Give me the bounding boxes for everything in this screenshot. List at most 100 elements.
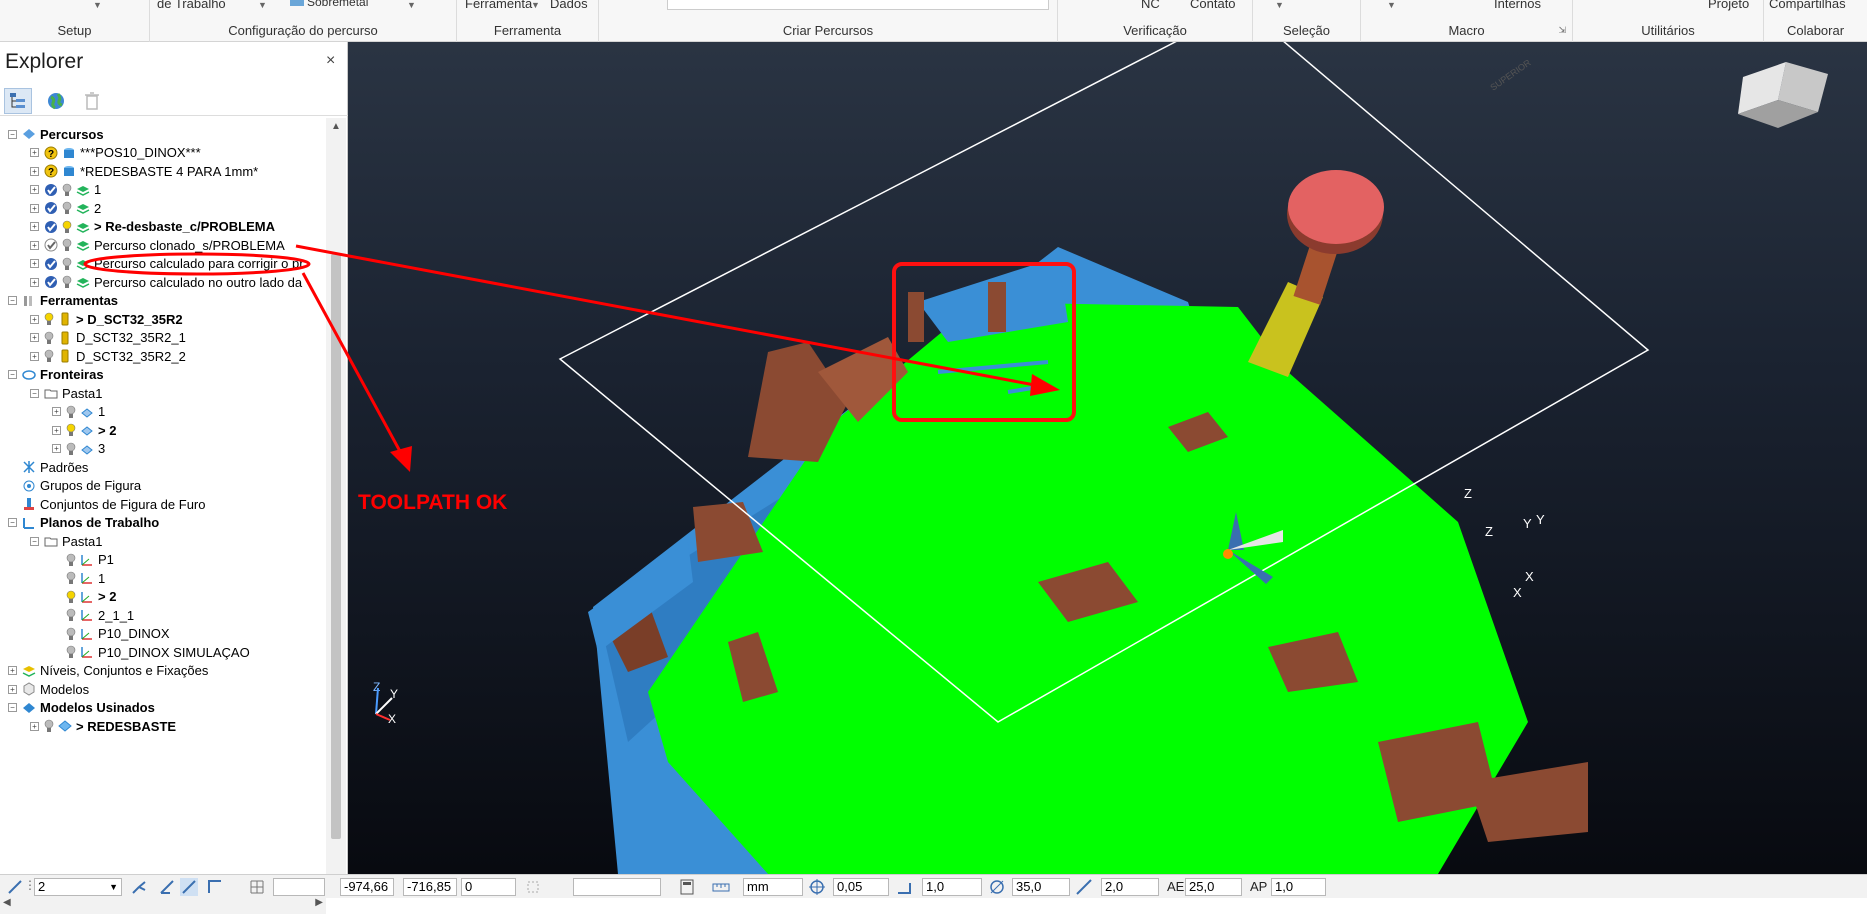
lightbulb-icon[interactable] bbox=[44, 312, 54, 326]
expand-icon[interactable]: + bbox=[30, 203, 39, 213]
expand-icon[interactable]: + bbox=[52, 444, 61, 453]
viewcube[interactable] bbox=[1738, 62, 1828, 128]
globe-icon[interactable] bbox=[42, 88, 70, 114]
workplane-edit-icon[interactable] bbox=[206, 878, 224, 896]
collapse-icon[interactable]: − bbox=[8, 703, 17, 712]
scroll-right-icon[interactable]: ▶ bbox=[315, 897, 323, 908]
snap-icon[interactable] bbox=[524, 878, 542, 896]
chevron-down-icon[interactable]: ▼ bbox=[109, 879, 118, 895]
calculator-icon[interactable] bbox=[678, 878, 696, 896]
lightbulb-icon[interactable] bbox=[66, 553, 76, 567]
explorer-tree-icon[interactable] bbox=[4, 88, 32, 114]
lightbulb-icon[interactable] bbox=[66, 608, 76, 622]
ribbon-item-workplane[interactable]: de Trabalho bbox=[157, 0, 226, 11]
ae-field[interactable]: 25,0 bbox=[1185, 878, 1242, 896]
workpiece-model[interactable] bbox=[588, 247, 1588, 874]
lightbulb-icon[interactable] bbox=[62, 201, 72, 215]
collapse-icon[interactable]: − bbox=[8, 129, 17, 139]
question-status-icon[interactable]: ? bbox=[44, 164, 58, 178]
scroll-up-icon[interactable]: ▲ bbox=[331, 121, 341, 132]
expand-icon[interactable]: + bbox=[52, 425, 61, 435]
expand-icon[interactable]: + bbox=[30, 333, 39, 342]
collapse-icon[interactable]: − bbox=[8, 370, 17, 379]
collapse-icon[interactable]: − bbox=[8, 296, 17, 305]
expand-icon[interactable]: + bbox=[30, 240, 39, 250]
workplane-tool-icon[interactable] bbox=[130, 878, 148, 896]
expand-icon[interactable]: + bbox=[30, 277, 39, 287]
explorer-tree[interactable]: − Percursos +? ***POS10_DINOX*** +? *REDESBAS… bbox=[0, 118, 326, 848]
coord-x-field[interactable]: -974,66 bbox=[340, 878, 394, 896]
trash-icon[interactable] bbox=[78, 88, 106, 114]
tolerance-icon[interactable] bbox=[808, 878, 826, 896]
ribbon-group-utilities[interactable]: Projeto Utilitários bbox=[1573, 0, 1764, 42]
ruler-icon[interactable] bbox=[712, 878, 730, 896]
ribbon-item-contact[interactable]: Contato bbox=[1190, 0, 1236, 11]
lightbulb-icon[interactable] bbox=[62, 183, 72, 197]
expand-icon[interactable]: + bbox=[30, 314, 39, 324]
lightbulb-icon[interactable] bbox=[44, 719, 54, 733]
lightbulb-icon[interactable] bbox=[62, 220, 72, 234]
ap-field[interactable]: 1,0 bbox=[1271, 878, 1326, 896]
cursor-field[interactable] bbox=[573, 878, 661, 896]
expand-icon[interactable]: + bbox=[30, 185, 39, 194]
ribbon-item-share[interactable]: Compartilhas bbox=[1769, 0, 1846, 11]
ribbon-group-setup[interactable]: ▼ Setup bbox=[0, 0, 150, 42]
expand-icon[interactable]: + bbox=[30, 222, 39, 231]
close-icon[interactable]: × bbox=[326, 52, 335, 70]
vertical-scrollbar[interactable]: ▲ ▼ bbox=[326, 118, 346, 898]
tool-diameter-field[interactable]: 35,0 bbox=[1012, 878, 1070, 896]
line-tool-icon[interactable] bbox=[6, 878, 24, 896]
ribbon-group-create-toolpaths[interactable]: Criar Percursos bbox=[599, 0, 1058, 42]
ribbon-item-data[interactable]: Dados bbox=[550, 0, 588, 11]
workplane-align-icon[interactable] bbox=[158, 878, 176, 896]
lightbulb-icon[interactable] bbox=[62, 257, 72, 271]
expand-icon[interactable]: + bbox=[30, 166, 39, 176]
lightbulb-icon[interactable] bbox=[66, 405, 76, 419]
ribbon-item-tool[interactable]: Ferramenta bbox=[465, 0, 532, 11]
expand-icon[interactable]: + bbox=[30, 721, 39, 731]
lightbulb-icon[interactable] bbox=[62, 238, 72, 252]
empty-field[interactable] bbox=[273, 878, 325, 896]
collapse-icon[interactable]: − bbox=[30, 536, 39, 546]
chevron-down-icon[interactable]: ▼ bbox=[258, 0, 267, 10]
chevron-down-icon[interactable]: ▼ bbox=[93, 0, 102, 10]
ribbon-group-verification[interactable]: NC Contato Verificação bbox=[1058, 0, 1253, 42]
scroll-left-icon[interactable]: ◀ bbox=[3, 897, 11, 908]
ribbon-item-internal[interactable]: Internos bbox=[1494, 0, 1541, 11]
chevron-down-icon[interactable]: ▼ bbox=[1387, 0, 1396, 10]
lightbulb-icon[interactable] bbox=[44, 331, 54, 345]
collapse-icon[interactable]: − bbox=[8, 518, 17, 527]
grid-icon[interactable] bbox=[248, 878, 266, 896]
coord-z-field[interactable]: 0 bbox=[461, 878, 516, 896]
question-status-icon[interactable]: ? bbox=[44, 146, 58, 160]
lightbulb-icon[interactable] bbox=[44, 349, 54, 363]
coord-y-field[interactable]: -716,85 bbox=[403, 878, 457, 896]
expand-icon[interactable]: + bbox=[30, 351, 39, 361]
ribbon-group-toolpath-setup[interactable]: de Trabalho ▼ ▼ Sobremetal Configuração … bbox=[150, 0, 457, 42]
check-status-icon[interactable] bbox=[44, 201, 58, 215]
check-status-icon[interactable] bbox=[44, 275, 58, 289]
thickness-field[interactable]: 1,0 bbox=[922, 878, 982, 896]
scrollbar-thumb[interactable] bbox=[331, 254, 341, 839]
ribbon-item-nc[interactable]: NC bbox=[1141, 0, 1160, 11]
check-status-icon[interactable] bbox=[44, 183, 58, 197]
expand-icon[interactable]: + bbox=[52, 407, 61, 416]
expand-icon[interactable]: + bbox=[8, 684, 17, 694]
chevron-down-icon[interactable]: ▼ bbox=[531, 0, 540, 10]
diameter-icon[interactable] bbox=[988, 878, 1006, 896]
ribbon-item-project[interactable]: Projeto bbox=[1708, 0, 1749, 11]
check-status-icon[interactable] bbox=[44, 257, 58, 271]
lightbulb-icon[interactable] bbox=[66, 645, 76, 659]
thickness-icon[interactable] bbox=[895, 878, 913, 896]
expand-icon[interactable]: + bbox=[30, 148, 39, 157]
collapse-icon[interactable]: − bbox=[30, 388, 39, 398]
units-field[interactable]: mm bbox=[743, 878, 803, 896]
ribbon-item-thickness[interactable]: Sobremetal bbox=[290, 0, 368, 9]
chevron-down-icon[interactable]: ▼ bbox=[1275, 0, 1284, 10]
stepover-icon[interactable] bbox=[1075, 878, 1093, 896]
ribbon-group-tool[interactable]: Ferramenta ▼ Dados Ferramenta bbox=[457, 0, 599, 42]
ribbon-group-macro[interactable]: ▼ Internos ⇲ Macro bbox=[1361, 0, 1573, 42]
ribbon-group-selection[interactable]: ▼ Seleção bbox=[1253, 0, 1361, 42]
ribbon-group-collaborate[interactable]: Compartilhas Colaborar bbox=[1764, 0, 1867, 42]
lightbulb-icon[interactable] bbox=[66, 590, 76, 604]
